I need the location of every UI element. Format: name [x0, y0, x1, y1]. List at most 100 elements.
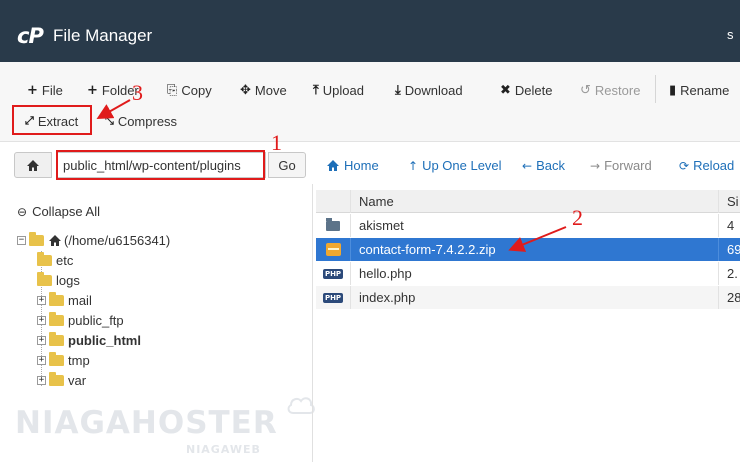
table-header: Name Si: [316, 190, 740, 213]
folder-icon: [49, 312, 64, 326]
file-size: 28: [718, 286, 740, 309]
file-name: contact-form-7.4.2.2.zip: [350, 238, 718, 261]
collapse-all-button[interactable]: ⊖ Collapse All: [17, 204, 100, 219]
column-header-size[interactable]: Si: [718, 190, 740, 213]
collapse-circle-icon: ⊖: [17, 204, 28, 219]
table-row[interactable]: PHP index.php 28: [316, 286, 740, 309]
expand-arrows-icon: ⤢: [25, 114, 34, 127]
home-icon: [327, 160, 339, 171]
tree-item-var[interactable]: + var: [37, 372, 87, 388]
top-header-bar: cP File Manager s: [0, 0, 740, 62]
expand-toggle-icon[interactable]: +: [37, 376, 46, 385]
file-name: akismet: [350, 214, 718, 237]
header-truncated-text: s: [727, 27, 734, 42]
row-icon-cell: [316, 238, 350, 261]
new-file-button[interactable]: + File: [27, 80, 63, 100]
forward-label: Forward: [604, 158, 652, 173]
copy-label: Copy: [181, 82, 212, 98]
collapse-toggle-icon[interactable]: −: [17, 236, 26, 245]
new-file-label: File: [41, 82, 63, 98]
tree-item-label: logs: [56, 273, 80, 288]
move-arrows-icon: ✥: [240, 82, 251, 98]
up-one-level-link[interactable]: ↑ Up One Level: [408, 158, 502, 173]
expand-toggle-icon[interactable]: +: [37, 336, 46, 345]
path-bar: Go Home ↑ Up One Level ← Back → Forward …: [0, 142, 740, 184]
file-name: hello.php: [350, 262, 718, 285]
folder-icon: [49, 352, 64, 366]
pane-divider: [312, 184, 313, 462]
tree-item-label: public_ftp: [68, 313, 124, 328]
folder-icon: [49, 332, 64, 346]
tree-item-mail[interactable]: + mail: [37, 292, 92, 308]
toolbar: + File + Folder ⎘ Copy ✥ Move ⤒ Upload ⤓…: [0, 62, 740, 142]
tree-item-public-ftp[interactable]: + public_ftp: [37, 312, 124, 328]
file-size: 2.: [718, 262, 740, 285]
tree-root-label: (/home/u6156341): [64, 233, 171, 248]
move-button[interactable]: ✥ Move: [240, 80, 287, 100]
collapse-all-label: Collapse All: [32, 204, 100, 219]
document-icon: ▮: [669, 82, 677, 98]
folder-icon: [49, 372, 64, 386]
up-one-level-label: Up One Level: [422, 158, 502, 173]
cpanel-logo[interactable]: cP: [17, 24, 44, 48]
delete-button[interactable]: ✖ Delete: [500, 80, 552, 100]
annotation-step-1: 1: [271, 130, 282, 155]
copy-button[interactable]: ⎘ Copy: [167, 80, 212, 100]
back-label: Back: [536, 158, 565, 173]
compress-label: Compress: [117, 113, 178, 129]
file-size: 4: [718, 214, 740, 237]
forward-link[interactable]: → Forward: [590, 158, 652, 173]
home-icon: [27, 159, 39, 171]
rename-button[interactable]: ▮ Rename: [669, 80, 729, 100]
nav-home-label: Home: [344, 158, 379, 173]
restore-button[interactable]: ↺ Restore: [580, 80, 640, 100]
tree-item-label: var: [68, 373, 87, 388]
reload-label: Reload: [693, 158, 735, 173]
tree-item-label: tmp: [68, 353, 90, 368]
reload-link[interactable]: ⟳ Reload: [679, 158, 734, 173]
table-row[interactable]: PHP hello.php 2.: [316, 262, 740, 285]
compress-button[interactable]: ⤡ Compress: [105, 111, 177, 131]
row-icon-cell: PHP: [316, 262, 350, 285]
move-label: Move: [254, 82, 287, 98]
file-size: 69: [718, 238, 740, 261]
tree-item-logs[interactable]: logs: [37, 272, 80, 288]
tree-item-etc[interactable]: etc: [37, 252, 73, 268]
path-input[interactable]: [56, 152, 266, 178]
watermark-brand: NIAGAHOSTER: [15, 405, 278, 441]
tree-item-tmp[interactable]: + tmp: [37, 352, 90, 368]
app-title: File Manager: [53, 26, 153, 45]
php-file-icon: PHP: [322, 268, 344, 279]
download-icon: ⤓: [395, 82, 401, 98]
arrow-right-icon: →: [590, 158, 601, 173]
expand-toggle-icon[interactable]: +: [37, 296, 46, 305]
download-button[interactable]: ⤓ Download: [395, 80, 463, 100]
refresh-icon: ⟳: [679, 158, 690, 173]
back-link[interactable]: ← Back: [522, 158, 565, 173]
expand-toggle-icon[interactable]: +: [37, 356, 46, 365]
tree-item-public-html[interactable]: + public_html: [37, 332, 141, 348]
tree-root[interactable]: − (/home/u6156341): [17, 232, 171, 248]
upload-label: Upload: [322, 82, 364, 98]
header-icon-column: [316, 190, 350, 213]
table-row-selected[interactable]: contact-form-7.4.2.2.zip 69: [316, 238, 740, 261]
tree-item-label: mail: [68, 293, 92, 308]
upload-icon: ⤒: [313, 82, 319, 98]
column-header-name[interactable]: Name: [350, 190, 718, 213]
nav-home-link[interactable]: Home: [326, 158, 379, 173]
expand-toggle-icon[interactable]: +: [37, 316, 46, 325]
arrow-left-icon: ←: [522, 158, 533, 173]
copy-icon: ⎘: [167, 82, 178, 98]
plus-icon: +: [27, 82, 38, 98]
annotation-step-2: 2: [572, 205, 583, 230]
new-folder-button[interactable]: + Folder: [87, 80, 139, 100]
table-row[interactable]: akismet 4: [316, 214, 740, 237]
close-x-icon: ✖: [500, 82, 511, 98]
watermark-subtitle: NIAGAWEB: [186, 443, 261, 456]
restore-icon: ↺: [580, 82, 591, 98]
annotation-step-3: 3: [132, 80, 143, 105]
home-directory-button[interactable]: [14, 152, 52, 178]
extract-button[interactable]: ⤢ Extract: [25, 111, 78, 131]
rename-label: Rename: [680, 82, 730, 98]
upload-button[interactable]: ⤒ Upload: [313, 80, 364, 100]
